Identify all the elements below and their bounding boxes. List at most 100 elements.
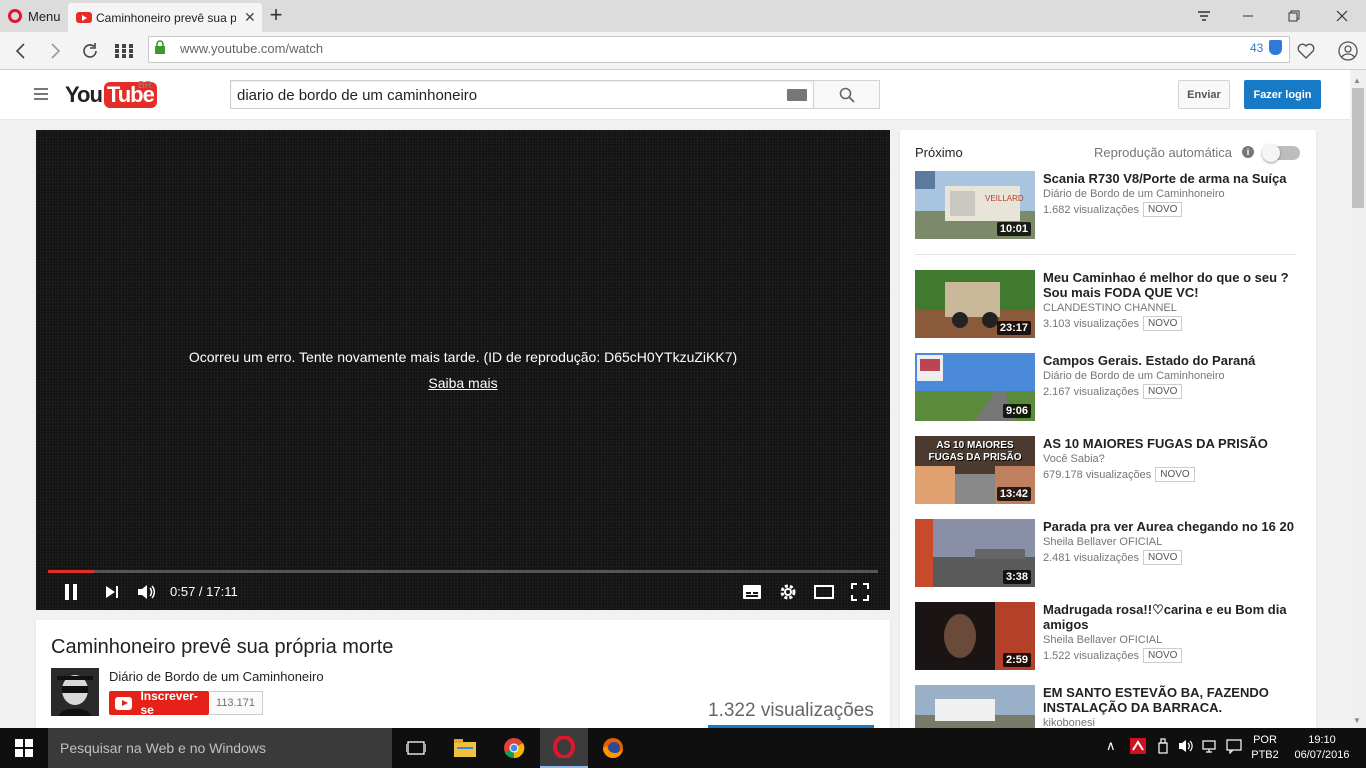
video-title[interactable]: Madrugada rosa!!♡carina e eu Bom dia ami… (1043, 602, 1299, 632)
scroll-down-icon[interactable]: ▼ (1353, 716, 1361, 725)
reload-button[interactable] (76, 37, 104, 65)
search-button[interactable] (813, 80, 880, 109)
minimize-button[interactable] (1226, 0, 1270, 32)
speed-dial-grid-icon[interactable] (110, 37, 138, 65)
subtitles-button[interactable] (742, 581, 762, 603)
video-views: 1.522 visualizações (1043, 649, 1140, 662)
opera-taskbar-button[interactable] (540, 728, 588, 768)
channel-avatar[interactable] (51, 668, 99, 716)
system-clock[interactable]: 19:10 06/07/2016 (1287, 733, 1357, 763)
video-thumbnail[interactable]: 2:59 (915, 602, 1035, 670)
related-video-item[interactable]: EM SANTO ESTEVÃO BA, FAZENDO INSTALAÇÃO … (915, 685, 1300, 728)
opera-icon (553, 736, 575, 758)
subtitles-icon (743, 585, 761, 599)
video-channel[interactable]: kikobonesi (1043, 717, 1299, 728)
video-channel[interactable]: Sheila Bellaver OFICIAL (1043, 536, 1299, 548)
task-view-button[interactable] (392, 728, 440, 768)
speaker-icon[interactable] (1178, 738, 1194, 757)
notifications-icon[interactable] (1226, 738, 1242, 757)
channel-name[interactable]: Diário de Bordo de um Caminhoneiro (109, 669, 324, 684)
guide-menu-icon[interactable] (34, 88, 48, 100)
login-button[interactable]: Fazer login (1244, 80, 1321, 109)
chrome-taskbar-button[interactable] (490, 728, 538, 768)
forward-button[interactable] (42, 37, 70, 65)
video-title[interactable]: EM SANTO ESTEVÃO BA, FAZENDO INSTALAÇÃO … (1043, 685, 1299, 715)
next-video-button[interactable] (102, 581, 122, 603)
info-icon[interactable]: i (1242, 146, 1254, 158)
url-text[interactable]: www.youtube.com/watch (180, 41, 323, 56)
video-duration: 3:38 (1002, 570, 1031, 584)
video-title[interactable]: Parada pra ver Aurea chegando no 16 20 (1043, 519, 1299, 534)
video-thumbnail[interactable]: 23:17 (915, 270, 1035, 338)
related-video-item[interactable]: 9:06 Campos Gerais. Estado do Paraná Diá… (915, 353, 1300, 423)
learn-more-wrapper: Saiba mais (36, 375, 890, 391)
opera-menu-button[interactable]: Menu (0, 0, 68, 32)
ad-block-shield-icon[interactable] (1269, 40, 1282, 55)
new-badge: NOVO (1143, 202, 1183, 217)
file-explorer-button[interactable] (441, 728, 489, 768)
scrollbar-thumb[interactable] (1352, 88, 1364, 208)
video-thumbnail[interactable]: AS 10 MAIORES FUGAS DA PRISÃO 13:42 (915, 436, 1035, 504)
browser-tab[interactable]: Caminhoneiro prevê sua p ✕ (68, 3, 262, 32)
autoplay-toggle-knob[interactable] (1262, 144, 1280, 162)
video-channel[interactable]: Sheila Bellaver OFICIAL (1043, 634, 1299, 646)
video-player[interactable] (36, 130, 890, 610)
video-title[interactable]: Campos Gerais. Estado do Paraná (1043, 353, 1299, 368)
video-thumbnail[interactable]: 9:06 (915, 353, 1035, 421)
chrome-icon (504, 738, 525, 759)
scroll-up-icon[interactable]: ▲ (1353, 76, 1363, 85)
back-button[interactable] (6, 37, 34, 65)
video-thumbnail[interactable]: VEILLARD 10:01 (915, 171, 1035, 239)
subscriber-count: 113.171 (209, 691, 263, 715)
related-video-item[interactable]: 23:17 Meu Caminhao é melhor do que o seu… (915, 270, 1300, 340)
video-channel[interactable]: Diário de Bordo de um Caminhoneiro (1043, 188, 1299, 200)
show-hidden-icons[interactable]: ∧ (1106, 738, 1116, 754)
theater-mode-button[interactable] (813, 581, 835, 603)
video-thumbnail[interactable]: 3:38 (915, 519, 1035, 587)
video-views: 3.103 visualizações (1043, 317, 1140, 330)
start-button[interactable] (0, 728, 48, 768)
network-icon[interactable] (1202, 738, 1218, 757)
usb-icon[interactable] (1157, 738, 1169, 757)
subscribe-label: Inscrever-se (140, 689, 198, 717)
related-video-item[interactable]: 3:38 Parada pra ver Aurea chegando no 16… (915, 519, 1300, 589)
secure-lock-icon[interactable] (154, 40, 166, 54)
account-icon[interactable] (1334, 37, 1362, 65)
video-channel[interactable]: Diário de Bordo de um Caminhoneiro (1043, 370, 1299, 382)
settings-button[interactable] (778, 581, 798, 603)
subscribe-button[interactable]: Inscrever-se (109, 689, 209, 717)
progress-bar[interactable] (48, 570, 878, 573)
tray-app-icon[interactable] (1130, 738, 1146, 757)
video-channel[interactable]: Você Sabia? (1043, 453, 1299, 465)
video-title[interactable]: Meu Caminhao é melhor do que o seu ?Sou … (1043, 270, 1299, 300)
keyboard-icon[interactable] (787, 89, 807, 101)
bookmark-heart-icon[interactable] (1292, 37, 1320, 65)
related-video-item[interactable]: AS 10 MAIORES FUGAS DA PRISÃO 13:42 AS 1… (915, 436, 1300, 506)
ad-block-count[interactable]: 43 (1250, 41, 1263, 55)
fullscreen-button[interactable] (849, 581, 871, 603)
related-video-item[interactable]: 2:59 Madrugada rosa!!♡carina e eu Bom di… (915, 602, 1300, 672)
upload-button[interactable]: Enviar (1178, 80, 1230, 109)
volume-button[interactable] (136, 581, 158, 603)
video-duration: 10:01 (996, 222, 1031, 236)
video-duration: 9:06 (1002, 404, 1031, 418)
opera-logo-icon (8, 9, 22, 23)
video-title[interactable]: AS 10 MAIORES FUGAS DA PRISÃO (1043, 436, 1299, 451)
learn-more-link[interactable]: Saiba mais (428, 375, 497, 391)
video-thumbnail[interactable] (915, 685, 1035, 728)
input-language[interactable]: POR PTB2 (1248, 733, 1282, 763)
new-tab-button[interactable]: + (264, 4, 288, 28)
related-video-item[interactable]: VEILLARD 10:01 Scania R730 V8/Porte de a… (915, 171, 1300, 241)
pause-button[interactable] (60, 581, 82, 603)
video-title[interactable]: Scania R730 V8/Porte de arma na Suíça (1043, 171, 1299, 186)
close-window-button[interactable] (1320, 0, 1364, 32)
restore-button[interactable] (1272, 0, 1316, 32)
video-duration: 2:59 (1002, 653, 1031, 667)
video-channel[interactable]: CLANDESTINO CHANNEL (1043, 302, 1299, 314)
lang-code: POR (1253, 734, 1277, 746)
firefox-taskbar-button[interactable] (589, 728, 637, 768)
search-input[interactable]: diario de bordo de um caminhoneiro (230, 80, 814, 109)
close-tab-icon[interactable]: ✕ (244, 9, 256, 26)
taskbar-search-input[interactable]: Pesquisar na Web e no Windows (48, 728, 392, 768)
tab-menu-icon[interactable] (1182, 0, 1226, 32)
